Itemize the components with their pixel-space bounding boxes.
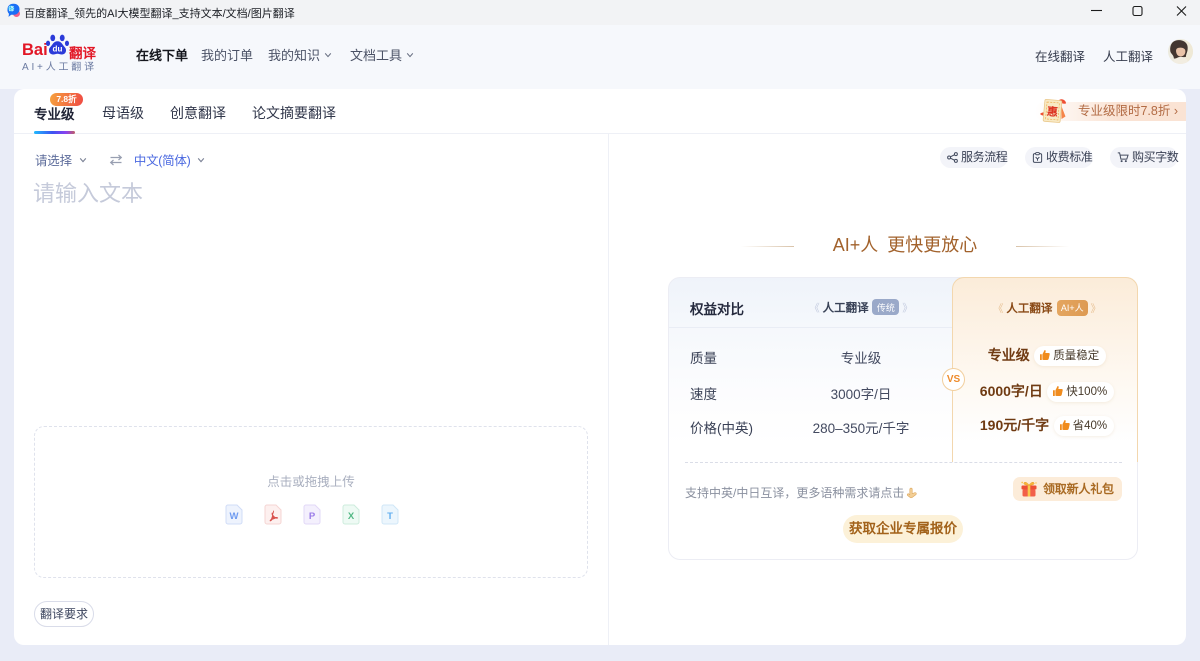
svg-text:T: T [387,511,393,522]
svg-text:du: du [53,44,63,53]
svg-text:P: P [309,511,316,522]
svg-text:惠: 惠 [1046,104,1058,119]
svg-text:W: W [230,511,239,522]
svg-text:X: X [348,511,355,522]
svg-text:译: 译 [8,5,14,13]
